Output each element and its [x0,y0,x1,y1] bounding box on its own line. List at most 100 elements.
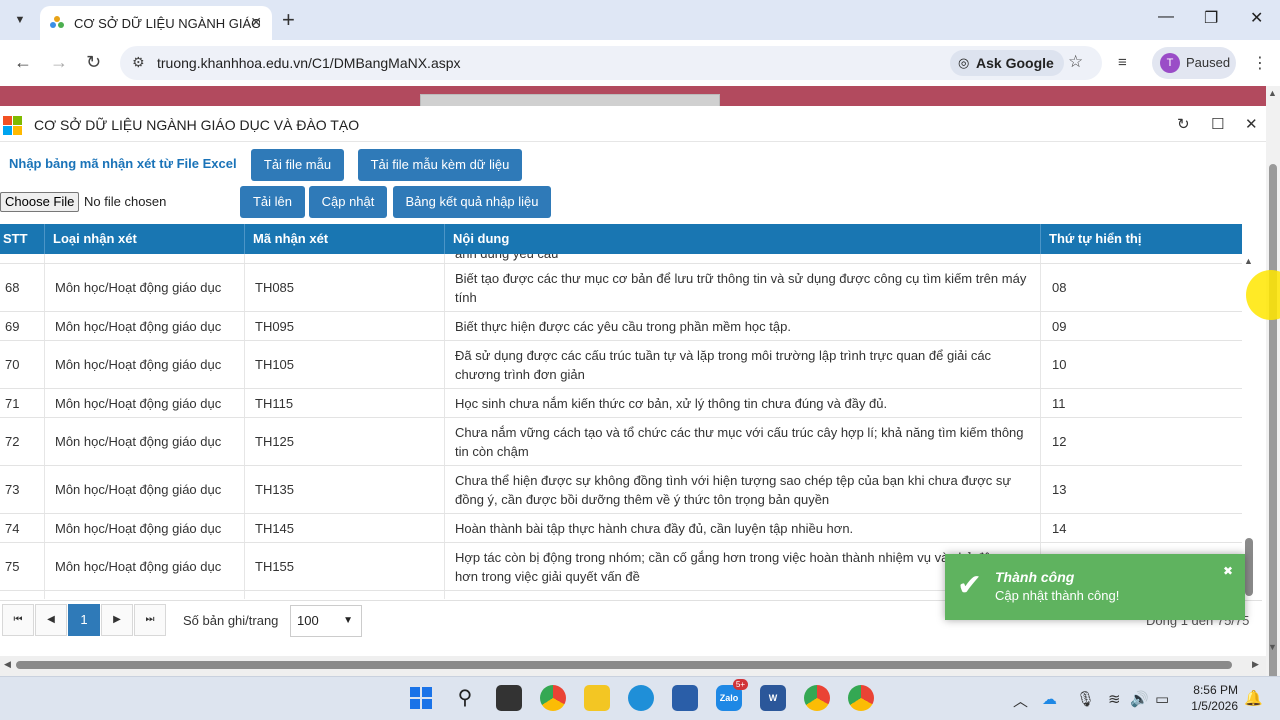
windows-taskbar: ⚲ Zalo 5+ W ︿ ☁ 🎙 ≋ 🔊 ▭ 8:56 PM 1/5/2026… [0,676,1280,720]
horizontal-scroll-thumb[interactable] [16,661,1232,669]
cell-type: Môn học/Hoạt động giáo dục [55,395,222,411]
cell-content: ảnh đúng yêu cầu [455,254,1030,263]
chrome-profile-2-icon[interactable] [848,685,874,711]
last-page-button[interactable]: ⏭ [134,604,166,636]
chrome-icon[interactable] [540,685,566,711]
search-icon[interactable]: ⚲ [452,685,478,711]
battery-icon[interactable]: ▭ [1155,690,1169,708]
import-results-button[interactable]: Bảng kết quả nhập liệu [393,186,551,218]
toast-message: Cập nhật thành công! [995,588,1120,603]
page-scrollbar[interactable]: ▲ ▼ [1266,86,1280,684]
table-row-partial[interactable]: ảnh đúng yêu cầu [0,254,1242,264]
table-body: ảnh đúng yêu cầu 68 Môn học/Hoạt động gi… [0,254,1242,599]
col-stt[interactable]: STT [3,231,28,246]
back-button[interactable]: ← [14,52,32,73]
media-control-icon[interactable]: ≡ [1118,54,1127,71]
choose-file-button[interactable]: Choose File [0,192,80,212]
first-page-button[interactable]: ⏮ [2,604,34,636]
word-icon[interactable]: W [760,685,786,711]
horizontal-scrollbar[interactable]: ◀ ▶ [0,656,1266,676]
file-explorer-icon[interactable] [584,685,610,711]
ask-google-button[interactable]: ◎ Ask Google [950,50,1064,76]
download-template-data-button[interactable]: Tải file mẫu kèm dữ liệu [358,149,522,181]
browser-menu-icon[interactable]: ⋮ [1252,53,1268,73]
system-clock[interactable]: 8:56 PM 1/5/2026 [1186,682,1238,714]
table-row[interactable]: 74 Môn học/Hoạt động giáo dục TH145 Hoàn… [0,514,1242,543]
col-type[interactable]: Loại nhận xét [53,231,137,246]
site-info-icon[interactable]: ⚙ [132,54,145,71]
table-scroll-thumb[interactable] [1245,538,1253,596]
cell-code: TH085 [255,280,295,295]
prev-page-button[interactable]: ◀ [35,604,67,636]
modal-refresh-icon[interactable]: ↻ [1177,115,1190,133]
microphone-icon[interactable]: 🎙 [1076,690,1095,708]
start-icon[interactable] [408,685,434,711]
col-order[interactable]: Thứ tự hiển thị [1049,231,1141,246]
table-row[interactable]: 71 Môn học/Hoạt động giáo dục TH115 Học … [0,389,1242,418]
edge-icon[interactable] [628,685,654,711]
next-page-button[interactable]: ▶ [101,604,133,636]
page-scroll-up-icon[interactable]: ▲ [1268,88,1277,98]
page-size-select[interactable]: 100 ▼ [290,605,362,637]
browser-tab[interactable]: CƠ SỞ DỮ LIỆU NGÀNH GIÁO DỤC VÀ ĐÀO TẠO … [40,6,272,40]
notification-bell-icon[interactable]: 🔔 [1244,689,1263,707]
reload-button[interactable]: ↻ [86,52,101,73]
wifi-icon[interactable]: ≋ [1108,690,1121,708]
modal-close-icon[interactable]: ✕ [1245,115,1258,133]
col-code[interactable]: Mã nhận xét [253,231,328,246]
tab-strip: ▼ CƠ SỞ DỮ LIỆU NGÀNH GIÁO DỤC VÀ ĐÀO TẠ… [0,0,1280,40]
forward-button[interactable]: → [50,52,68,73]
cell-code: TH125 [255,434,295,449]
cell-content: Hợp tác còn bị động trong nhóm; cần cố g… [455,549,1006,584]
success-toast[interactable]: ✔ Thành công Cập nhật thành công! ✖ [945,554,1245,620]
dropdown-arrow-icon: ▼ [343,615,353,626]
tray-overflow-icon[interactable]: ︿ [1013,690,1028,711]
zalo-icon[interactable]: Zalo 5+ [716,679,748,711]
site-header-background [0,86,1266,106]
volume-icon[interactable]: 🔊 [1130,690,1149,708]
upload-button[interactable]: Tải lên [240,186,305,218]
profile-button[interactable]: T Paused [1152,47,1236,79]
cell-code: TH155 [255,559,295,574]
modal-title: CƠ SỞ DỮ LIỆU NGÀNH GIÁO DỤC VÀ ĐÀO TẠO [34,117,360,133]
table-row[interactable]: 69 Môn học/Hoạt động giáo dục TH095 Biết… [0,312,1242,341]
tab-close-icon[interactable]: ✕ [250,14,262,31]
restore-button[interactable]: ❐ [1204,8,1218,28]
task-view-icon[interactable] [496,685,522,711]
cell-type: Môn học/Hoạt động giáo dục [55,280,222,295]
cell-stt: 73 [5,482,20,497]
scroll-left-icon[interactable]: ◀ [4,659,11,670]
table-row[interactable]: 72 Môn học/Hoạt động giáo dục TH125 Chưa… [0,418,1242,466]
cell-code: TH095 [255,318,295,334]
profile-status: Paused [1186,55,1231,70]
col-content[interactable]: Nội dung [453,231,509,246]
update-button[interactable]: Cập nhật [309,186,387,218]
cell-order: 14 [1052,520,1067,536]
url-text[interactable]: truong.khanhhoa.edu.vn/C1/DMBangMaNX.asp… [157,55,461,71]
onedrive-icon[interactable]: ☁ [1042,690,1057,708]
file-status: No file chosen [84,194,167,209]
bookmark-star-icon[interactable]: ☆ [1068,52,1083,72]
toast-close-icon[interactable]: ✖ [1223,564,1233,578]
new-tab-button[interactable]: + [282,7,295,33]
chrome-profile-icon[interactable] [804,685,830,711]
download-template-button[interactable]: Tải file mẫu [251,149,344,181]
cell-content: Hoàn thành bài tập thực hành chưa đầy đủ… [455,520,854,536]
page-scroll-down-icon[interactable]: ▼ [1268,642,1277,652]
window-close-button[interactable]: ✕ [1250,8,1263,28]
table-row[interactable]: 70 Môn học/Hoạt động giáo dục TH105 Đã s… [0,341,1242,389]
page-1-button[interactable]: 1 [68,604,100,636]
scroll-up-icon[interactable]: ▲ [1244,256,1253,266]
table-row[interactable]: 73 Môn học/Hoạt động giáo dục TH135 Chưa… [0,466,1242,514]
store-icon[interactable] [672,685,698,711]
tab-search-button[interactable]: ▼ [8,8,32,32]
modal-maximize-icon[interactable]: ☐ [1211,115,1224,133]
avatar: T [1160,53,1180,73]
cell-stt: 69 [5,318,20,334]
table-row[interactable]: 68 Môn học/Hoạt động giáo dục TH085 Biết… [0,264,1242,312]
address-bar[interactable]: ⚙ truong.khanhhoa.edu.vn/C1/DMBangMaNX.a… [120,46,1102,80]
minimize-button[interactable]: — [1158,8,1174,26]
scroll-right-icon[interactable]: ▶ [1252,659,1259,670]
page-scroll-thumb[interactable] [1269,164,1277,684]
cell-type: Môn học/Hoạt động giáo dục [55,482,222,497]
